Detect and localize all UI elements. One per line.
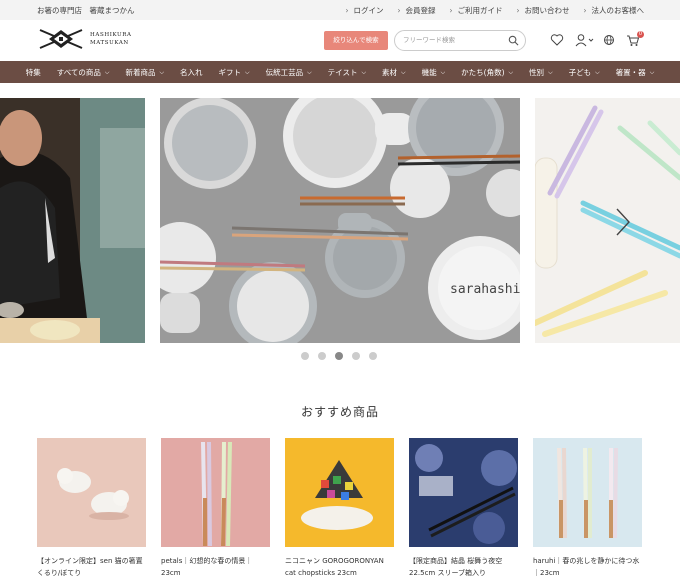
nav-item-kids[interactable]: 子ども bbox=[561, 67, 608, 78]
login-link[interactable]: ログイン bbox=[346, 5, 384, 16]
heart-icon[interactable] bbox=[550, 33, 564, 47]
recommend-section-title: おすすめ商品 bbox=[300, 405, 379, 419]
store-tagline: お箸の専門店 箸蔵まつかん bbox=[37, 6, 135, 15]
corporate-link[interactable]: 法人のお客様へ bbox=[584, 5, 645, 16]
sarahashi-image: sarahashi bbox=[160, 98, 520, 343]
product-image[interactable] bbox=[37, 438, 146, 547]
category-nav: 特集 すべての商品 新着商品 名入れ ギフト 伝統工芸品 テイスト 素材 機能 … bbox=[0, 61, 680, 83]
product-card[interactable]: 【オンライン限定】sen 猫の箸置 くるり/ぼてり bbox=[37, 438, 146, 579]
guide-link[interactable]: ご利用ガイド bbox=[450, 5, 503, 16]
search-input[interactable]: フリーワード検索 bbox=[394, 30, 526, 51]
sarahashi-brand-text: sarahashi bbox=[450, 282, 520, 297]
language-globe-icon[interactable] bbox=[602, 33, 616, 47]
carousel-slide-current[interactable]: sarahashi bbox=[160, 98, 520, 343]
contact-link[interactable]: お問い合わせ bbox=[517, 5, 570, 16]
account-icon[interactable] bbox=[575, 33, 595, 47]
top-utility-bar: お箸の専門店 箸蔵まつかん ログイン 会員登録 ご利用ガイド お問い合わせ 法人… bbox=[0, 0, 680, 20]
nav-item-gift[interactable]: ギフト bbox=[211, 67, 258, 78]
site-logo[interactable]: HASHIKURA MATSUKAN bbox=[38, 28, 132, 50]
nav-item-engraving[interactable]: 名入れ bbox=[172, 67, 211, 78]
cart-count-badge: 0 bbox=[637, 31, 644, 38]
nav-item-all-products[interactable]: すべての商品 bbox=[49, 67, 118, 78]
carousel-dot-5[interactable] bbox=[369, 352, 377, 360]
carousel-dot-4[interactable] bbox=[352, 352, 360, 360]
nav-item-rests-dishes[interactable]: 箸置・器 bbox=[608, 67, 663, 78]
carousel-dot-1[interactable] bbox=[301, 352, 309, 360]
filter-search-button[interactable]: 絞り込んで検索 bbox=[324, 31, 388, 50]
product-image[interactable] bbox=[285, 438, 394, 547]
nav-item-feature[interactable]: 特集 bbox=[18, 67, 49, 78]
product-image[interactable] bbox=[533, 438, 642, 547]
product-name[interactable]: haruhi｜春の兆しを静かに待つ水｜23cm bbox=[533, 555, 642, 579]
carousel-dot-2[interactable] bbox=[318, 352, 326, 360]
register-link[interactable]: 会員登録 bbox=[398, 5, 436, 16]
logo-text-line1: HASHIKURA bbox=[90, 32, 132, 38]
hero-carousel: sarahashi bbox=[0, 98, 680, 343]
carousel-dot-3[interactable] bbox=[335, 352, 343, 360]
craftsman-image bbox=[0, 98, 145, 343]
nav-item-traditional[interactable]: 伝統工芸品 bbox=[258, 67, 320, 78]
product-card[interactable]: petals｜幻想的な春の情景｜23cm bbox=[161, 438, 270, 579]
carousel-slide-next[interactable] bbox=[535, 98, 680, 343]
product-name[interactable]: ニコニャン GOROGORONYAN cat chopsticks 23cm bbox=[285, 555, 394, 579]
site-header: HASHIKURA MATSUKAN 絞り込んで検索 フリーワード検索 0 bbox=[0, 20, 680, 61]
product-card[interactable]: ニコニャン GOROGORONYAN cat chopsticks 23cm bbox=[285, 438, 394, 579]
nav-item-taste[interactable]: テイスト bbox=[320, 67, 374, 78]
carousel-next-arrow-icon[interactable] bbox=[615, 208, 631, 236]
product-card[interactable]: 【限定商品】結晶 桜舞う夜空 22.5cm スリーブ箱入り bbox=[409, 438, 518, 579]
nav-item-material[interactable]: 素材 bbox=[374, 67, 414, 78]
logo-mark-icon bbox=[39, 29, 83, 49]
carousel-slide-prev[interactable] bbox=[0, 98, 145, 343]
nav-item-shape[interactable]: かたち(角数) bbox=[453, 67, 521, 78]
product-image[interactable] bbox=[409, 438, 518, 547]
search-placeholder: フリーワード検索 bbox=[403, 36, 455, 44]
product-name[interactable]: 【限定商品】結晶 桜舞う夜空 22.5cm スリーブ箱入り bbox=[409, 555, 518, 579]
product-name[interactable]: 【オンライン限定】sen 猫の箸置 くるり/ぼてり bbox=[37, 555, 146, 579]
utility-links: ログイン 会員登録 ご利用ガイド お問い合わせ 法人のお客様へ bbox=[346, 5, 645, 16]
nav-item-gender[interactable]: 性別 bbox=[521, 67, 561, 78]
carousel-dots bbox=[301, 352, 377, 360]
product-card[interactable]: haruhi｜春の兆しを静かに待つ水｜23cm bbox=[533, 438, 642, 579]
product-image[interactable] bbox=[161, 438, 270, 547]
nav-item-new[interactable]: 新着商品 bbox=[117, 67, 172, 78]
recommend-product-list: 【オンライン限定】sen 猫の箸置 くるり/ぼてり petals｜幻想的な春の情… bbox=[37, 438, 642, 579]
search-icon[interactable] bbox=[508, 35, 519, 46]
pastel-chopsticks-image bbox=[535, 98, 680, 343]
nav-item-function[interactable]: 機能 bbox=[414, 67, 454, 78]
product-name[interactable]: petals｜幻想的な春の情景｜23cm bbox=[161, 555, 270, 579]
logo-text-line2: MATSUKAN bbox=[90, 40, 129, 46]
